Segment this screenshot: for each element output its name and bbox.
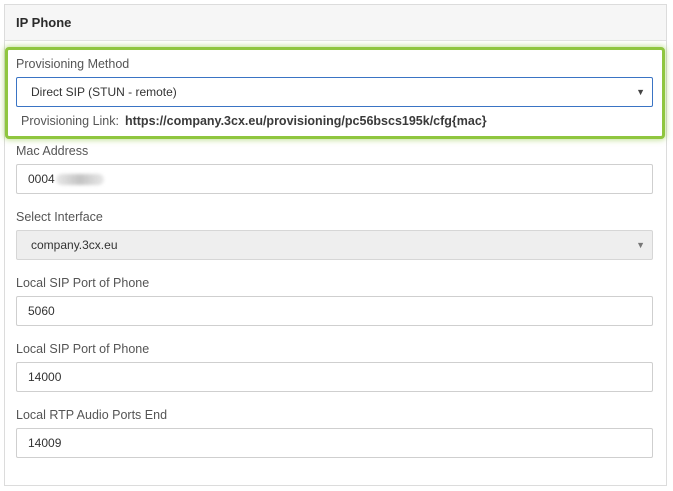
local-sip-port-label: Local SIP Port of Phone: [16, 276, 150, 290]
mac-address-redaction: [55, 174, 104, 186]
local-sip-port-input[interactable]: 5060: [16, 296, 653, 326]
provisioning-method-select[interactable]: Direct SIP (STUN - remote) ▼: [16, 77, 653, 107]
rtp-ports-end-value: 14009: [28, 436, 62, 450]
chevron-down-icon: ▼: [636, 87, 645, 97]
mac-address-input[interactable]: 0004: [16, 164, 653, 194]
provisioning-method-label: Provisioning Method: [16, 57, 130, 71]
local-sip-port-2-input[interactable]: 14000: [16, 362, 653, 392]
provisioning-method-value: Direct SIP (STUN - remote): [31, 85, 177, 99]
local-sip-port-2-value: 14000: [28, 370, 62, 384]
select-interface-value: company.3cx.eu: [31, 238, 118, 252]
local-sip-port-2-label: Local SIP Port of Phone: [16, 342, 150, 356]
local-sip-port-value: 5060: [28, 304, 55, 318]
chevron-down-icon: ▼: [636, 240, 645, 250]
mac-address-label: Mac Address: [16, 144, 89, 158]
panel-title: IP Phone: [5, 5, 666, 41]
mac-address-value: 0004: [28, 172, 55, 186]
rtp-ports-end-label: Local RTP Audio Ports End: [16, 408, 168, 422]
select-interface-label: Select Interface: [16, 210, 103, 224]
provisioning-link: Provisioning Link: https://company.3cx.eu…: [21, 114, 487, 128]
provisioning-link-value[interactable]: https://company.3cx.eu/provisioning/pc56…: [125, 114, 487, 128]
rtp-ports-end-input[interactable]: 14009: [16, 428, 653, 458]
provisioning-link-label: Provisioning Link:: [21, 114, 119, 128]
select-interface-select[interactable]: company.3cx.eu ▼: [16, 230, 653, 260]
